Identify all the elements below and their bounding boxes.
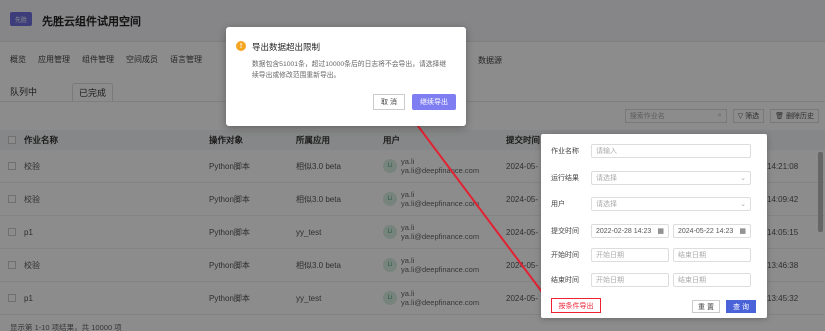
- job-name-input[interactable]: 请输入: [591, 144, 751, 158]
- submit-to-value: 2024-05-22 14:23: [678, 227, 734, 235]
- filter-panel: 作业名称 请输入 运行结果 请选择 ⌄ 用户 请选择 ⌄ 提交时间 2022-02-…: [541, 134, 767, 318]
- filter-row-result: 运行结果 请选择 ⌄: [551, 171, 751, 185]
- dialog-body: 数据包含51001条，超过10000条后的日志将不会导出，请选择继续导出或修改范…: [252, 61, 447, 79]
- start-to-placeholder: 结束日期: [678, 252, 706, 259]
- query-button[interactable]: 查 询: [726, 300, 756, 313]
- continue-export-button[interactable]: 继续导出: [412, 94, 456, 110]
- start-from-placeholder: 开始日期: [596, 252, 624, 259]
- warning-icon: !: [236, 41, 246, 51]
- result-label: 运行结果: [551, 175, 579, 182]
- end-from-placeholder: 开始日期: [596, 277, 624, 284]
- end-to-input[interactable]: 结束日期: [673, 273, 751, 287]
- calendar-icon: ▦: [739, 228, 746, 235]
- start-to-input[interactable]: 结束日期: [673, 248, 751, 262]
- calendar-icon: ▦: [657, 228, 664, 235]
- submit-time-label: 提交时间: [551, 228, 579, 235]
- job-name-label: 作业名称: [551, 148, 579, 155]
- filter-row-end-time: 结束时间 开始日期 结束日期: [551, 273, 751, 287]
- result-select[interactable]: 请选择 ⌄: [591, 171, 751, 185]
- filter-row-job-name: 作业名称 请输入: [551, 144, 751, 158]
- user-placeholder: 请选择: [596, 201, 617, 208]
- cancel-button[interactable]: 取 消: [373, 94, 405, 110]
- reset-button[interactable]: 重 置: [692, 300, 720, 313]
- export-limit-dialog: ! 导出数据超出限制 数据包含51001条，超过10000条后的日志将不会导出，…: [226, 27, 466, 126]
- chevron-down-icon: ⌄: [740, 175, 746, 182]
- user-select[interactable]: 请选择 ⌄: [591, 197, 751, 211]
- dialog-title: 导出数据超出限制: [252, 42, 321, 52]
- chevron-down-icon: ⌄: [740, 201, 746, 208]
- submit-to-input[interactable]: 2024-05-22 14:23 ▦: [673, 224, 751, 238]
- start-time-label: 开始时间: [551, 252, 579, 259]
- export-by-condition-button[interactable]: 按条件导出: [551, 298, 601, 313]
- submit-from-input[interactable]: 2022-02-28 14:23 ▦: [591, 224, 669, 238]
- result-placeholder: 请选择: [596, 175, 617, 182]
- start-from-input[interactable]: 开始日期: [591, 248, 669, 262]
- filter-row-user: 用户 请选择 ⌄: [551, 197, 751, 211]
- end-time-label: 结束时间: [551, 277, 579, 284]
- end-to-placeholder: 结束日期: [678, 277, 706, 284]
- filter-row-start-time: 开始时间 开始日期 结束日期: [551, 248, 751, 262]
- user-label: 用户: [551, 201, 565, 208]
- filter-row-submit-time: 提交时间 2022-02-28 14:23 ▦ 2024-05-22 14:23 ▦: [551, 224, 751, 238]
- job-name-placeholder: 请输入: [596, 148, 617, 155]
- end-from-input[interactable]: 开始日期: [591, 273, 669, 287]
- submit-from-value: 2022-02-28 14:23: [596, 227, 652, 235]
